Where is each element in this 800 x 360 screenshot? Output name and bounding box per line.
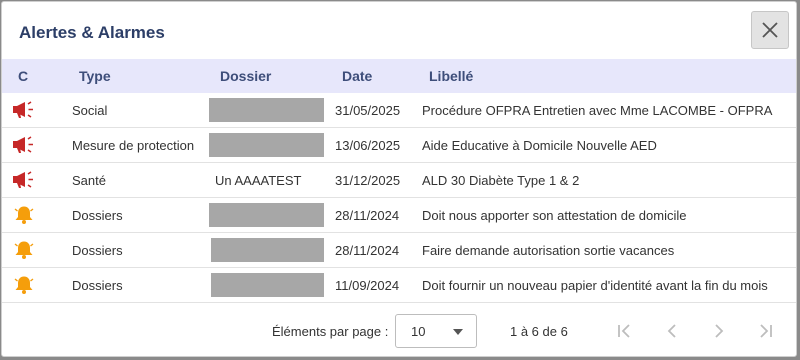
- row-date: 31/12/2025: [335, 173, 401, 188]
- next-page-button[interactable]: [710, 322, 728, 340]
- row-date: 28/11/2024: [335, 208, 400, 223]
- last-page-button[interactable]: [757, 322, 775, 340]
- row-libelle: ALD 30 Diabète Type 1 & 2: [422, 173, 580, 188]
- close-icon: [762, 22, 778, 38]
- row-type: Dossiers: [72, 208, 123, 223]
- table-row[interactable]: Santé Un AAAATEST 31/12/2025 ALD 30 Diabète…: [2, 163, 796, 198]
- chevron-right-icon: [715, 324, 724, 338]
- table-row[interactable]: Social 31/05/2025 Procédure OFPRA Entretie…: [2, 93, 796, 128]
- first-page-icon: [618, 324, 630, 338]
- redacted-dossier: [211, 238, 324, 262]
- redacted-dossier: [211, 273, 324, 297]
- column-header-type[interactable]: Type: [79, 68, 111, 84]
- chevron-down-icon: [453, 329, 463, 335]
- table-row[interactable]: Dossiers 28/11/2024 Faire demande autorisa…: [2, 233, 796, 268]
- alerts-dialog: Alertes & Alarmes C Type Dossier Date Li…: [1, 1, 797, 357]
- row-libelle: Doit fournir un nouveau papier d'identit…: [422, 278, 768, 293]
- table-row[interactable]: Dossiers 28/11/2024 Doit nous apporter son…: [2, 198, 796, 233]
- bell-icon: [12, 240, 36, 260]
- table-row[interactable]: Dossiers 11/09/2024 Doit fournir un nouvea…: [2, 268, 796, 303]
- column-header-libelle[interactable]: Libellé: [429, 68, 473, 84]
- row-type: Dossiers: [72, 278, 123, 293]
- row-date: 31/05/2025: [335, 103, 401, 118]
- row-libelle: Faire demande autorisation sortie vacanc…: [422, 243, 675, 258]
- row-libelle: Doit nous apporter son attestation de do…: [422, 208, 687, 223]
- row-type: Mesure de protection: [72, 138, 195, 153]
- bell-icon: [12, 205, 36, 225]
- megaphone-icon: [12, 170, 36, 190]
- dialog-title: Alertes & Alarmes: [19, 23, 165, 42]
- items-per-page-label: Éléments par page :: [272, 324, 389, 339]
- previous-page-button[interactable]: [663, 322, 681, 340]
- row-type: Dossiers: [72, 243, 123, 258]
- page-range-label: 1 à 6 de 6: [510, 324, 568, 339]
- close-button[interactable]: [751, 11, 789, 49]
- table-header: C Type Dossier Date Libellé: [2, 59, 796, 93]
- row-date: 28/11/2024: [335, 243, 400, 258]
- row-type: Social: [72, 103, 108, 118]
- table-row[interactable]: Mesure de protection 13/06/2025 Aide Educa…: [2, 128, 796, 163]
- column-header-dossier[interactable]: Dossier: [220, 68, 271, 84]
- bell-icon: [12, 275, 36, 295]
- megaphone-icon: [12, 100, 36, 120]
- chevron-left-icon: [667, 324, 676, 338]
- redacted-dossier: [209, 203, 324, 227]
- page-size-value: 10: [411, 324, 426, 339]
- row-date: 13/06/2025: [335, 138, 401, 153]
- megaphone-icon: [12, 135, 36, 155]
- row-date: 11/09/2024: [335, 278, 400, 293]
- row-libelle: Aide Educative à Domicile Nouvelle AED: [422, 138, 657, 153]
- column-header-c[interactable]: C: [18, 68, 28, 84]
- page-size-select[interactable]: 10: [395, 314, 477, 348]
- redacted-dossier: [209, 133, 324, 157]
- row-dossier[interactable]: Un AAAATEST: [215, 173, 301, 188]
- row-type: Santé: [72, 173, 106, 188]
- row-libelle: Procédure OFPRA Entretien avec Mme LACOM…: [422, 103, 773, 118]
- redacted-dossier: [209, 98, 324, 122]
- last-page-icon: [760, 324, 772, 338]
- first-page-button[interactable]: [615, 322, 633, 340]
- column-header-date[interactable]: Date: [342, 68, 372, 84]
